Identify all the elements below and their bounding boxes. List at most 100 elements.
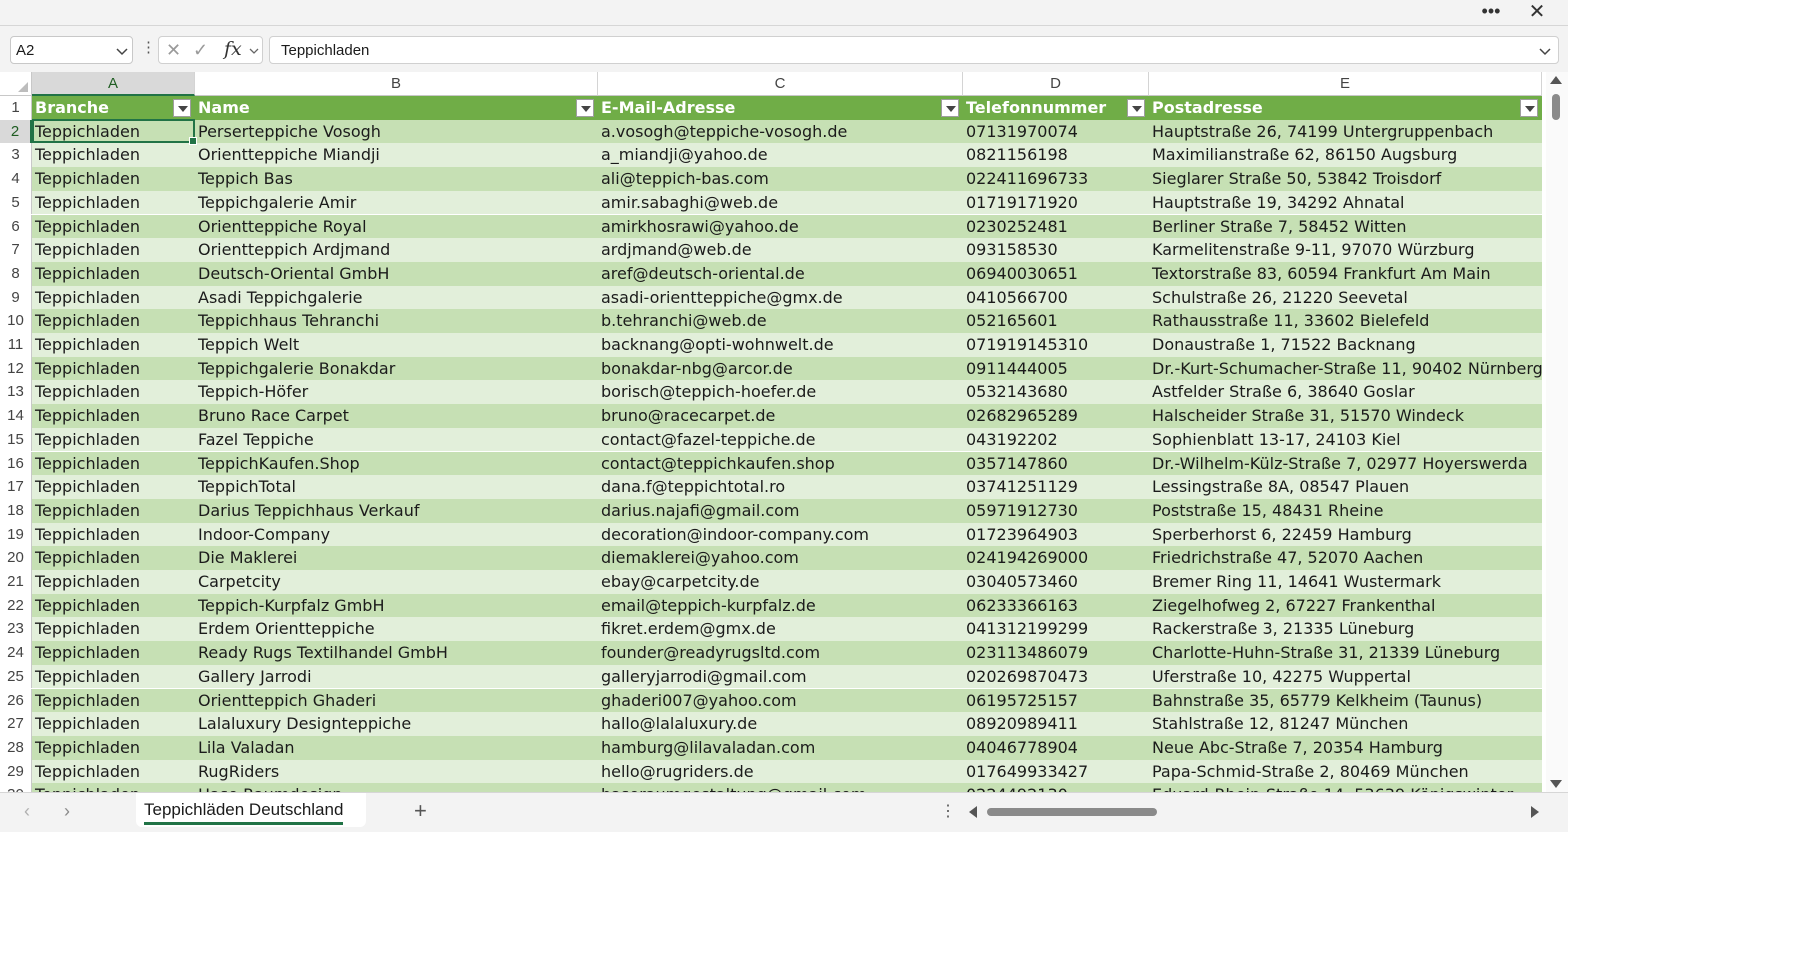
cell-address[interactable]: Neue Abc-Straße 7, 20354 Hamburg <box>1149 736 1542 760</box>
cell-email[interactable]: bonakdar-nbg@arcor.de <box>598 357 963 381</box>
cell-branche[interactable]: Teppichladen <box>32 428 195 452</box>
cell-email[interactable]: ardjmand@web.de <box>598 238 963 262</box>
cell-branche[interactable]: Teppichladen <box>32 452 195 476</box>
cell-address[interactable]: Halscheider Straße 31, 51570 Windeck <box>1149 404 1542 428</box>
header-cell-phone[interactable]: Telefonnummer <box>963 96 1149 120</box>
cell-phone[interactable]: 0410566700 <box>963 286 1149 310</box>
cell-phone[interactable]: 022411696733 <box>963 167 1149 191</box>
vertical-scroll-thumb[interactable] <box>1552 94 1560 120</box>
horizontal-scrollbar[interactable] <box>965 803 1545 821</box>
row-header[interactable]: 4 <box>0 167 32 191</box>
cell-email[interactable]: hallo@lalaluxury.de <box>598 712 963 736</box>
cell-phone[interactable]: 02682965289 <box>963 404 1149 428</box>
cell-phone[interactable]: 04046778904 <box>963 736 1149 760</box>
cell-name[interactable]: Darius Teppichhaus Verkauf <box>195 499 598 523</box>
cell-address[interactable]: Donaustraße 1, 71522 Backnang <box>1149 333 1542 357</box>
cell-branche[interactable]: Teppichladen <box>32 475 195 499</box>
cell-name[interactable]: Gallery Jarrodi <box>195 665 598 689</box>
row-header[interactable]: 10 <box>0 309 32 333</box>
row-header[interactable]: 1 <box>0 96 32 120</box>
cell-address[interactable]: Sieglarer Straße 50, 53842 Troisdorf <box>1149 167 1542 191</box>
cell-email[interactable]: amir.sabaghi@web.de <box>598 191 963 215</box>
more-options-icon[interactable]: ••• <box>1478 0 1504 24</box>
cell-branche[interactable]: Teppichladen <box>32 617 195 641</box>
cell-phone[interactable]: 041312199299 <box>963 617 1149 641</box>
row-header[interactable]: 19 <box>0 522 32 547</box>
cell-name[interactable]: Carpetcity <box>195 570 598 594</box>
row-header[interactable]: 27 <box>0 712 32 736</box>
row-header[interactable]: 12 <box>0 356 32 381</box>
cell-branche[interactable]: Teppichladen <box>32 286 195 310</box>
cell-name[interactable]: TeppichTotal <box>195 475 598 499</box>
column-header-a[interactable]: A <box>32 72 195 96</box>
row-header[interactable]: 6 <box>0 214 32 239</box>
filter-dropdown-icon[interactable] <box>941 99 959 117</box>
cell-email[interactable]: asadi-orientteppiche@gmx.de <box>598 286 963 310</box>
cell-email[interactable]: darius.najafi@gmail.com <box>598 499 963 523</box>
row-header[interactable]: 18 <box>0 498 32 523</box>
insert-function-icon[interactable]: fx <box>224 38 242 60</box>
horizontal-scroll-thumb[interactable] <box>987 808 1157 816</box>
cell-name[interactable]: Die Maklerei <box>195 546 598 570</box>
cell-phone[interactable]: 052165601 <box>963 309 1149 333</box>
tab-bar-menu-icon[interactable]: ⋮ <box>940 801 956 821</box>
row-header[interactable]: 26 <box>0 688 32 713</box>
cell-address[interactable]: Astfelder Straße 6, 38640 Goslar <box>1149 380 1542 404</box>
cell-email[interactable]: ghaderi007@yahoo.com <box>598 689 963 713</box>
cell-name[interactable]: Orientteppiche Royal <box>195 215 598 239</box>
cell-phone[interactable]: 05971912730 <box>963 499 1149 523</box>
row-header[interactable]: 23 <box>0 617 32 642</box>
cell-branche[interactable]: Teppichladen <box>32 689 195 713</box>
cell-phone[interactable]: 03741251129 <box>963 475 1149 499</box>
cell-address[interactable]: Ziegelhofweg 2, 67227 Frankenthal <box>1149 594 1542 618</box>
cell-branche[interactable]: Teppichladen <box>32 665 195 689</box>
cell-name[interactable]: Indoor-Company <box>195 523 598 547</box>
expand-formula-icon[interactable] <box>1538 44 1552 58</box>
cell-email[interactable]: contact@fazel-teppiche.de <box>598 428 963 452</box>
vertical-scrollbar[interactable] <box>1546 72 1568 792</box>
cell-branche[interactable]: Teppichladen <box>32 499 195 523</box>
row-header[interactable]: 14 <box>0 404 32 428</box>
cell-branche[interactable]: Teppichladen <box>32 191 195 215</box>
cell-email[interactable]: b.tehranchi@web.de <box>598 309 963 333</box>
cell-address[interactable]: Schulstraße 26, 21220 Seevetal <box>1149 286 1542 310</box>
cell-name[interactable]: Lalaluxury Designteppiche <box>195 712 598 736</box>
column-header-c[interactable]: C <box>598 72 963 96</box>
cell-name[interactable]: Ready Rugs Textilhandel GmbH <box>195 641 598 665</box>
cell-phone[interactable]: 020269870473 <box>963 665 1149 689</box>
add-sheet-button[interactable]: + <box>414 798 427 824</box>
row-header[interactable]: 11 <box>0 333 32 357</box>
cell-name[interactable]: RugRiders <box>195 760 598 784</box>
cell-phone[interactable]: 06940030651 <box>963 262 1149 286</box>
cell-phone[interactable]: 0821156198 <box>963 143 1149 167</box>
cell-branche[interactable]: Teppichladen <box>32 546 195 570</box>
close-icon[interactable]: ✕ <box>1524 0 1550 24</box>
filter-dropdown-icon[interactable] <box>1520 99 1538 117</box>
cell-email[interactable]: a.vosogh@teppiche-vosogh.de <box>598 120 963 144</box>
row-header[interactable]: 24 <box>0 641 32 665</box>
enter-icon[interactable]: ✓ <box>193 40 208 61</box>
cell-address[interactable]: Papa-Schmid-Straße 2, 80469 München <box>1149 760 1542 784</box>
row-header[interactable]: 28 <box>0 735 32 760</box>
cell-address[interactable]: Charlotte-Huhn-Straße 31, 21339 Lüneburg <box>1149 641 1542 665</box>
cell-name[interactable]: Deutsch-Oriental GmbH <box>195 262 598 286</box>
row-header[interactable]: 29 <box>0 759 32 784</box>
row-header[interactable]: 7 <box>0 238 32 262</box>
cell-address[interactable]: Lessingstraße 8A, 08547 Plauen <box>1149 475 1542 499</box>
cell-branche[interactable]: Teppichladen <box>32 120 195 144</box>
cell-address[interactable]: Uferstraße 10, 42275 Wuppertal <box>1149 665 1542 689</box>
row-header[interactable]: 9 <box>0 285 32 310</box>
cell-phone[interactable]: 017649933427 <box>963 760 1149 784</box>
cell-phone[interactable]: 07131970074 <box>963 120 1149 144</box>
filter-dropdown-icon[interactable] <box>173 99 191 117</box>
cell-branche[interactable]: Teppichladen <box>32 594 195 618</box>
cell-branche[interactable]: Teppichladen <box>32 641 195 665</box>
cell-branche[interactable]: Teppichladen <box>32 167 195 191</box>
cell-address[interactable]: Rackerstraße 3, 21335 Lüneburg <box>1149 617 1542 641</box>
cell-phone[interactable]: 01723964903 <box>963 523 1149 547</box>
cell-address[interactable]: Textorstraße 83, 60594 Frankfurt Am Main <box>1149 262 1542 286</box>
cell-name[interactable]: Perserteppiche Vosogh <box>195 120 598 144</box>
cancel-icon[interactable]: ✕ <box>166 40 181 61</box>
scroll-down-icon[interactable] <box>1550 780 1562 788</box>
cell-email[interactable]: founder@readyrugsltd.com <box>598 641 963 665</box>
